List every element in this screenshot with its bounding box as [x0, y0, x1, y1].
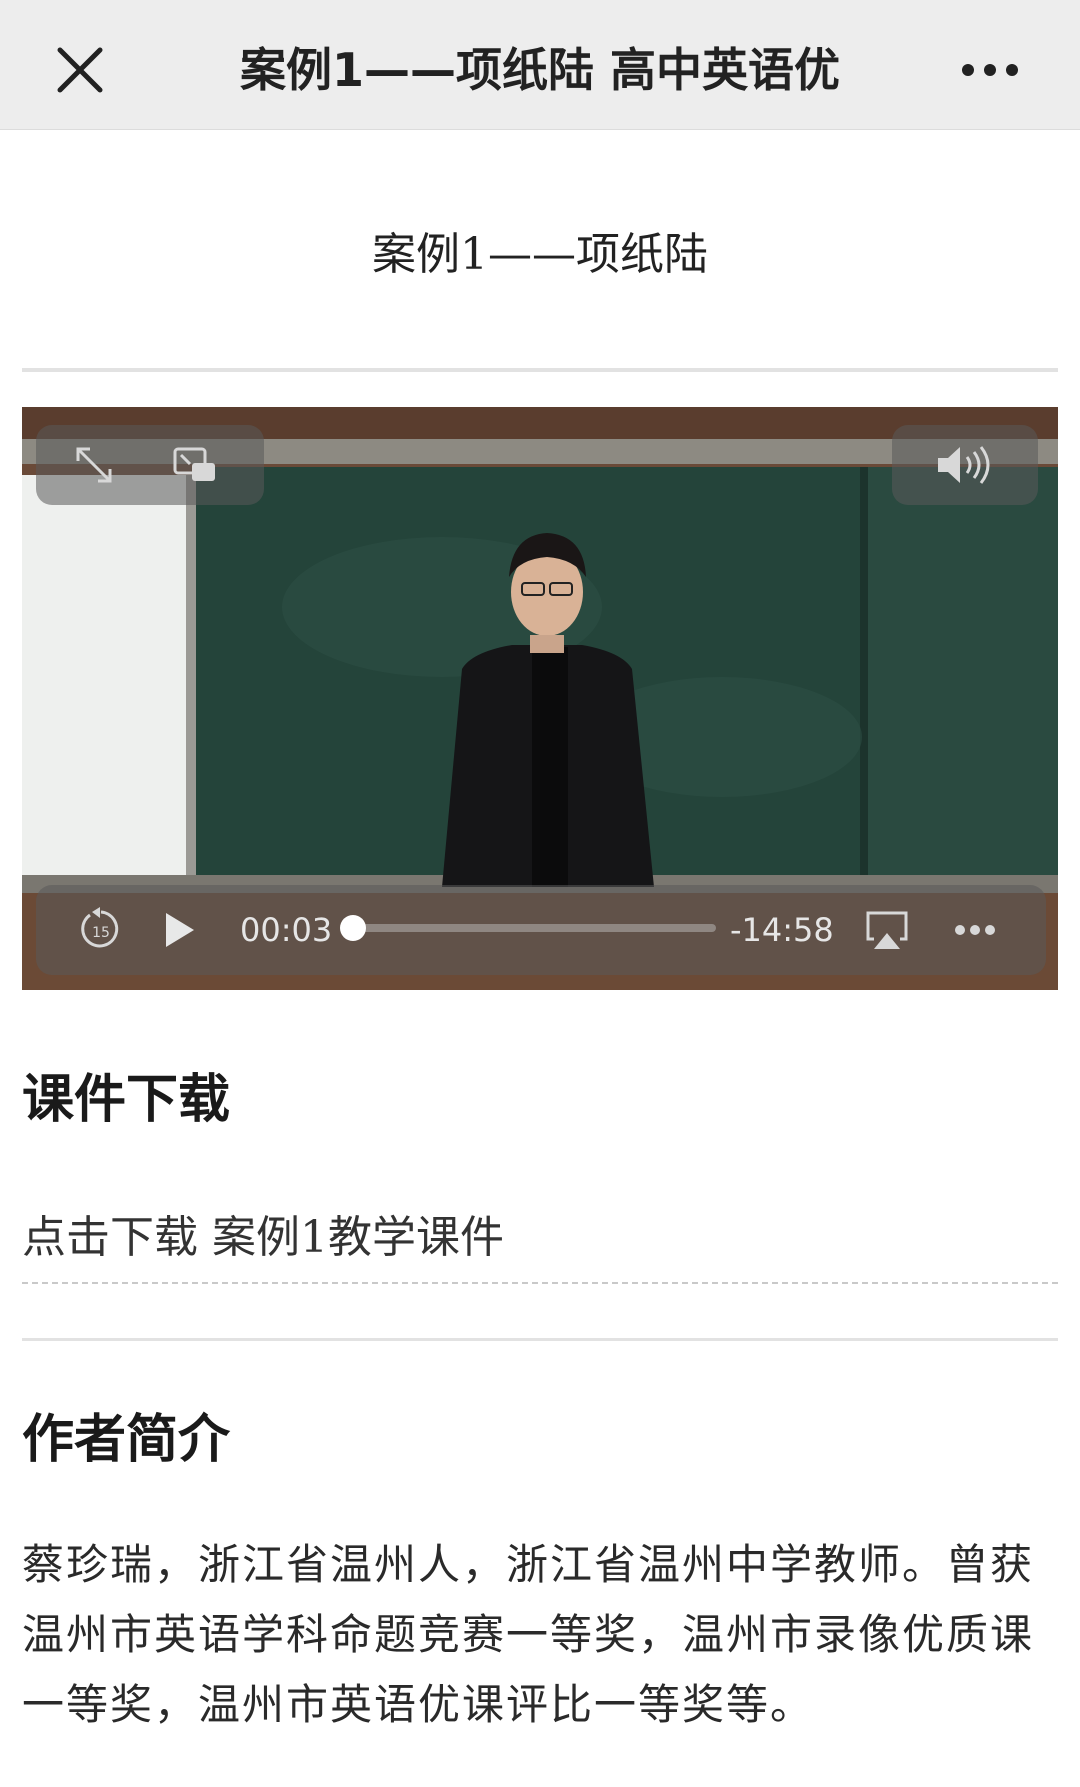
top-navbar: 案例1——项纸陆 高中英语优	[0, 0, 1080, 130]
page-title: 案例1——项纸陆 高中英语优	[240, 43, 841, 97]
more-dots-icon	[962, 64, 1018, 76]
fullscreen-icon	[76, 447, 112, 483]
remaining-time: -14:58	[730, 911, 834, 949]
picture-in-picture-icon	[173, 447, 215, 481]
article-title: 案例1——项纸陆	[372, 229, 708, 280]
more-dots-icon	[955, 925, 995, 935]
close-button[interactable]	[50, 40, 110, 100]
play-icon	[166, 913, 194, 947]
title-divider	[22, 368, 1058, 372]
courseware-download-link[interactable]: 点击下载 案例1教学课件	[22, 1208, 504, 1268]
rewind-seconds-label: 15	[92, 925, 110, 941]
volume-icon	[938, 446, 990, 484]
top-left-controls	[36, 425, 264, 505]
author-heading: 作者简介	[22, 1410, 231, 1470]
fullscreen-button[interactable]	[72, 443, 116, 487]
more-options-button[interactable]	[950, 50, 1030, 90]
airplay-icon	[866, 911, 908, 949]
video-more-button[interactable]	[950, 915, 1000, 945]
progress-bar[interactable]	[340, 915, 716, 941]
courseware-heading: 课件下载	[22, 1070, 231, 1130]
progress-scrubber[interactable]	[340, 915, 367, 941]
play-button[interactable]	[160, 909, 200, 951]
volume-button[interactable]	[934, 443, 998, 487]
section-divider	[22, 1338, 1058, 1341]
download-link-underline	[22, 1282, 1058, 1284]
rewind-15-icon: 15	[81, 907, 119, 948]
close-icon	[57, 47, 103, 93]
picture-in-picture-button[interactable]	[172, 445, 218, 485]
rewind-15-button[interactable]: 15	[78, 907, 124, 953]
video-player[interactable]: 15 00:03 -14:58	[22, 407, 1058, 990]
author-bio: 蔡珍瑞，浙江省温州人，浙江省温州中学教师。曾获温州市英语学科命题竞赛一等奖，温州…	[22, 1540, 1035, 1729]
current-time: 00:03	[240, 911, 333, 949]
airplay-button[interactable]	[864, 909, 910, 953]
